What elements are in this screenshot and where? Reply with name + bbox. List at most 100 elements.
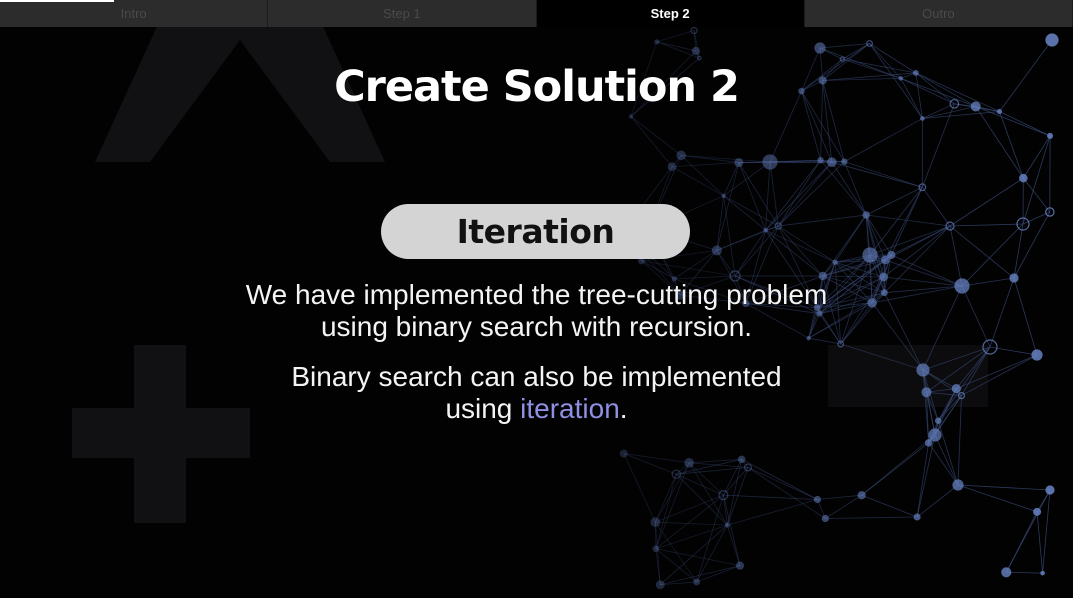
paragraph-2-line-2: using iteration. — [0, 393, 1073, 425]
network-node — [857, 491, 866, 500]
network-edge — [738, 162, 779, 227]
network-node — [676, 150, 687, 161]
topic-pill: Iteration — [381, 204, 690, 259]
network-node — [1033, 507, 1042, 516]
network-node — [734, 158, 744, 168]
network-edge — [676, 473, 724, 496]
network-edge — [1022, 135, 1051, 179]
network-node — [880, 255, 890, 265]
network-edge — [747, 467, 826, 519]
network-edge — [660, 565, 741, 586]
network-edge — [777, 160, 821, 227]
network-node — [619, 449, 628, 458]
network-edge — [865, 186, 923, 216]
network-node — [1001, 567, 1012, 578]
network-edge — [747, 467, 818, 500]
network-edge — [822, 275, 884, 278]
network-node — [691, 46, 700, 56]
network-edge — [655, 548, 697, 583]
network-edge — [1036, 511, 1044, 574]
network-edge — [1022, 177, 1051, 213]
network-node — [684, 457, 694, 468]
network-edge — [769, 161, 779, 227]
network-edge — [778, 214, 867, 227]
paragraph-2-line-2-prefix: using — [445, 393, 521, 424]
body-paragraph-2: Binary search can also be implemented us… — [0, 361, 1073, 425]
network-edge — [655, 521, 698, 583]
network-edge — [1006, 571, 1043, 574]
network-node — [655, 580, 665, 590]
tab-outro[interactable]: Outro — [804, 0, 1073, 27]
network-edge — [716, 162, 740, 251]
network-edge — [825, 494, 862, 519]
network-edge — [765, 161, 833, 231]
network-node — [862, 211, 870, 219]
network-edge — [727, 524, 741, 566]
paragraph-2-line-2-suffix: . — [619, 393, 628, 424]
slide-title: Create Solution 2 — [334, 62, 740, 112]
network-edge — [843, 161, 867, 216]
network-edge — [957, 484, 1051, 491]
network-node — [667, 162, 677, 171]
network-edge — [777, 225, 824, 277]
network-node — [928, 428, 942, 442]
network-node — [813, 495, 822, 504]
network-node — [711, 245, 722, 256]
network-node — [913, 513, 921, 521]
network-node — [628, 114, 634, 119]
network-node — [693, 578, 701, 586]
tab-step-2[interactable]: Step 2 — [536, 0, 805, 27]
network-edge — [916, 442, 930, 518]
network-edge — [623, 453, 690, 464]
tab-intro[interactable]: Intro — [0, 0, 269, 27]
network-edge — [723, 195, 779, 227]
network-edge — [630, 116, 682, 156]
network-edge — [696, 565, 741, 583]
network-edge — [738, 162, 767, 231]
network-node — [821, 514, 829, 523]
network-edge — [741, 458, 818, 500]
network-edge — [817, 494, 862, 500]
network-edge — [949, 225, 1015, 279]
network-edge — [716, 195, 725, 251]
network-node — [827, 157, 837, 167]
network-node — [924, 439, 933, 447]
network-node — [817, 157, 824, 164]
paragraph-2-line-1: Binary search can also be implemented — [291, 361, 782, 392]
network-edge — [716, 229, 766, 251]
network-edge — [861, 494, 918, 518]
step-tab-bar: Intro Step 1 Step 2 Outro — [0, 0, 1073, 27]
network-edge — [866, 214, 951, 227]
network-node — [724, 522, 730, 528]
network-node — [841, 158, 848, 165]
network-edge — [765, 229, 824, 277]
network-node — [862, 247, 878, 263]
network-edge — [949, 225, 963, 287]
network-node — [762, 154, 778, 170]
network-edge — [844, 161, 923, 188]
network-edge — [834, 214, 867, 263]
network-node — [650, 517, 661, 528]
body-paragraph-1: We have implemented the tree-cutting pro… — [0, 279, 1073, 343]
network-node — [1047, 132, 1054, 139]
network-node — [814, 42, 826, 54]
network-edge — [777, 161, 845, 227]
progress-indicator — [0, 0, 114, 2]
network-edge — [844, 118, 923, 162]
highlighted-keyword: iteration — [520, 393, 620, 424]
tab-step-1[interactable]: Step 1 — [268, 0, 537, 27]
network-node — [887, 250, 896, 260]
network-edge — [723, 195, 766, 231]
network-edge — [777, 161, 833, 227]
network-edge — [676, 473, 728, 526]
network-node — [652, 545, 660, 553]
network-edge — [922, 111, 1000, 119]
network-edge — [674, 250, 718, 280]
network-edge — [656, 30, 695, 43]
network-edge — [937, 420, 959, 486]
network-edge — [723, 162, 740, 196]
network-edge — [630, 116, 673, 167]
network-node — [735, 561, 745, 570]
network-edge — [928, 442, 959, 486]
paragraph-1-line-2: using binary search with recursion. — [320, 311, 753, 342]
